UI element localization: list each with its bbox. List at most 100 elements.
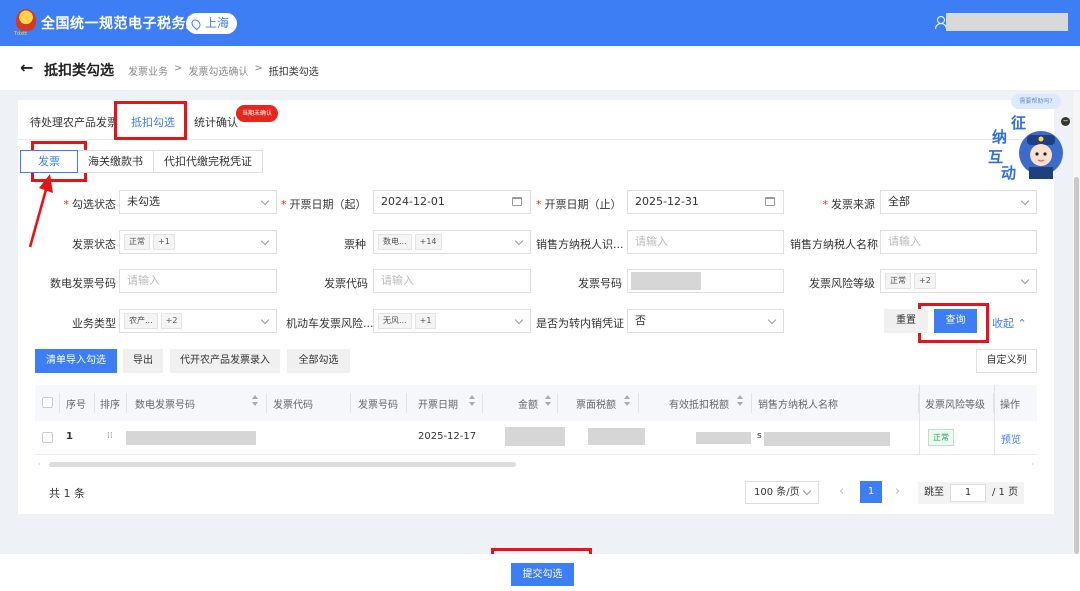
- back-arrow-icon[interactable]: ←: [20, 58, 33, 77]
- prev-page-icon[interactable]: ‹: [839, 484, 844, 499]
- subtab-withholding[interactable]: 代扣代缴完税凭证: [153, 150, 263, 173]
- select-all-checkbox[interactable]: [42, 397, 53, 408]
- column-divider: [350, 393, 351, 413]
- risk-status-badge: 正常: [928, 429, 954, 446]
- top-bar: Tdxtt 全国统一规范电子税务局 上海: [0, 0, 1080, 46]
- chevron-down-icon: [802, 486, 812, 496]
- agri-entry-button[interactable]: 代开农产品发票录入: [170, 349, 280, 373]
- help-char[interactable]: 纳: [992, 126, 1007, 147]
- vehicle-risk-select[interactable]: 无风... +1: [373, 309, 531, 333]
- table-row: 1 ⁞⁞ 2025-12-17 s 正常 预览: [35, 421, 1037, 455]
- invoice-status-select[interactable]: 正常 +1: [119, 230, 277, 254]
- column-divider: [482, 393, 483, 413]
- col-face-tax[interactable]: 票面税额: [576, 396, 616, 411]
- subtab-invoice[interactable]: 发票: [20, 150, 78, 173]
- chevron-down-icon: [260, 236, 270, 246]
- invoice-type-select[interactable]: 数电... +14: [373, 230, 531, 254]
- sort-icon[interactable]: [737, 395, 743, 409]
- page-title: 抵扣类勾选: [44, 63, 114, 79]
- preview-link[interactable]: 预览: [1001, 431, 1021, 446]
- seller-name-label: 销售方纳税人名称: [790, 238, 878, 251]
- drag-handle-icon[interactable]: ⁞⁞: [107, 431, 113, 441]
- help-bubble[interactable]: 需要帮助吗?: [1011, 94, 1061, 109]
- sort-icon[interactable]: [545, 395, 551, 409]
- scroll-left-icon[interactable]: ‹: [38, 460, 41, 468]
- select-all-button[interactable]: 全部勾选: [287, 349, 350, 373]
- subtab-group: 发票 海关缴款书 代扣代缴完税凭证: [20, 150, 263, 173]
- col-amount[interactable]: 金额: [518, 396, 538, 411]
- total-count: 共 1 条: [49, 487, 85, 500]
- current-page-button[interactable]: 1: [860, 481, 882, 503]
- domestic-transfer-select[interactable]: 否: [627, 309, 784, 333]
- user-icon[interactable]: [935, 16, 947, 29]
- tab-pending-agri[interactable]: 待处理农产品发票: [30, 114, 118, 130]
- date-start-picker[interactable]: 2024-12-01: [373, 190, 531, 214]
- next-page-icon[interactable]: ›: [895, 484, 900, 499]
- sort-icon[interactable]: [624, 395, 630, 409]
- page-size-select[interactable]: 100 条/页: [745, 481, 819, 504]
- invoice-no-label: 发票号码: [578, 277, 622, 290]
- sort-icon[interactable]: [252, 395, 258, 409]
- date-end-label: * 开票日期（止）: [536, 198, 622, 211]
- tab-stat-confirm[interactable]: 统计确认: [194, 114, 238, 130]
- export-button[interactable]: 导出: [123, 349, 163, 373]
- mascot-icon[interactable]: [1019, 127, 1063, 179]
- query-button[interactable]: 查询: [934, 309, 977, 333]
- page-header: ← 抵扣类勾选 发票业务 > 发票勾选确认 > 抵扣类勾选: [0, 46, 1080, 90]
- help-char[interactable]: 动: [1001, 162, 1016, 183]
- col-effective-tax[interactable]: 有效抵扣税额: [669, 396, 729, 411]
- seller-tax-id-input[interactable]: 请输入: [627, 230, 784, 254]
- source-select[interactable]: 全部: [880, 190, 1037, 214]
- col-invoice-code: 发票代码: [273, 400, 313, 411]
- chevron-down-icon: [514, 315, 524, 325]
- page-jump: 跳至 1 / 1 页: [918, 482, 1025, 504]
- check-status-select[interactable]: 未勾选: [119, 190, 277, 214]
- chevron-down-icon: [767, 315, 777, 325]
- user-name-redacted[interactable]: [946, 13, 1068, 31]
- page-scrollbar-thumb[interactable]: [1074, 177, 1079, 554]
- risk-level-label: 发票风险等级: [809, 277, 875, 290]
- jump-input[interactable]: 1: [950, 484, 986, 502]
- table-header: 序号 排序 数电发票号码 发票代码 发票号码 开票日期 金额 票面税额 有效抵扣…: [35, 385, 1037, 421]
- check-status-label: * 勾选状态: [63, 198, 117, 211]
- jump-label: 跳至: [924, 487, 944, 498]
- scroll-thumb[interactable]: [49, 462, 516, 467]
- column-divider: [751, 393, 752, 413]
- column-divider: [266, 393, 267, 413]
- page-total: / 1 页: [992, 487, 1019, 498]
- source-label: * 发票来源: [822, 198, 876, 211]
- unconfirmed-badge: 当期未确认: [236, 105, 279, 122]
- region-selector[interactable]: 上海: [186, 13, 238, 34]
- invoice-code-input[interactable]: 请输入: [373, 269, 531, 293]
- col-digital-no[interactable]: 数电发票号码: [135, 396, 195, 411]
- breadcrumb-item[interactable]: 发票业务: [128, 63, 168, 78]
- breadcrumb-separator: >: [174, 63, 183, 74]
- subtab-customs[interactable]: 海关缴款书: [77, 150, 154, 173]
- digital-no-input[interactable]: 请输入: [119, 269, 277, 293]
- import-check-button[interactable]: 清单导入勾选: [35, 349, 117, 373]
- redacted-amount: [505, 427, 565, 446]
- calendar-icon: [765, 197, 775, 206]
- redacted-tax: [588, 428, 645, 445]
- custom-columns-button[interactable]: 自定义列: [976, 349, 1037, 373]
- date-end-picker[interactable]: 2025-12-31: [627, 190, 784, 214]
- seller-name-input[interactable]: 请输入: [880, 230, 1037, 254]
- calendar-icon: [512, 197, 522, 206]
- risk-level-select[interactable]: 正常 +2: [880, 269, 1037, 293]
- collapse-link[interactable]: 收起 ⌃: [992, 315, 1027, 331]
- breadcrumb-item[interactable]: 发票勾选确认: [188, 63, 248, 78]
- close-icon[interactable]: −: [1061, 117, 1070, 126]
- scroll-right-icon[interactable]: ›: [1031, 460, 1034, 468]
- column-divider: [557, 393, 558, 413]
- sort-icon[interactable]: [469, 395, 475, 409]
- reset-button[interactable]: 重置: [884, 309, 928, 333]
- biz-type-select[interactable]: 农产... +2: [119, 309, 277, 333]
- redacted-seller-name: [764, 432, 890, 446]
- region-label: 上海: [205, 16, 230, 30]
- table-horizontal-scrollbar[interactable]: ‹ ›: [38, 460, 1034, 468]
- submit-check-button[interactable]: 提交勾选: [511, 563, 574, 586]
- chevron-down-icon: [260, 315, 270, 325]
- domestic-transfer-label: 是否为转内销凭证: [536, 317, 624, 330]
- col-date[interactable]: 开票日期: [418, 396, 458, 411]
- row-checkbox[interactable]: [42, 432, 53, 443]
